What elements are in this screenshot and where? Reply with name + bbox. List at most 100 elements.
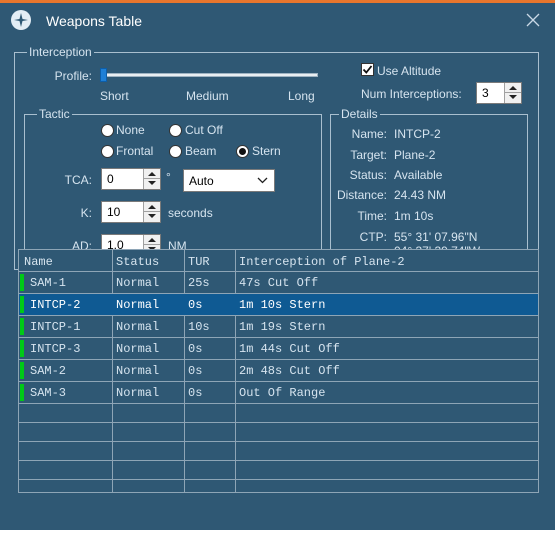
empty-row [19, 442, 538, 461]
table-row[interactable]: SAM-2 Normal 0s 2m 48s Cut Off [19, 360, 538, 382]
row-status: Normal [116, 298, 160, 312]
k-value[interactable]: 10 [107, 205, 120, 219]
table-row[interactable]: SAM-3 Normal 0s Out Of Range [19, 382, 538, 404]
status-indicator [20, 340, 24, 357]
tactic-frontal-radio[interactable] [101, 145, 114, 158]
tactic-cutoff-radio[interactable] [169, 124, 182, 137]
row-name: INTCP-1 [30, 320, 81, 334]
k-up-button[interactable] [144, 202, 160, 212]
details-distance-value: 24.43 NM [394, 188, 447, 202]
app-icon [11, 10, 31, 30]
grid-header: Name Status TUR Interception of Plane-2 [19, 250, 538, 272]
profile-slider-track[interactable] [104, 73, 318, 77]
weapons-table-window: Weapons Table Interception Profile: Shor… [0, 0, 555, 542]
tactic-cutoff-label[interactable]: Cut Off [185, 123, 223, 137]
window-bottom-edge [0, 530, 555, 542]
num-interceptions-value[interactable]: 3 [482, 86, 489, 100]
num-interceptions-down-button[interactable] [505, 93, 521, 103]
num-interceptions-up-button[interactable] [505, 83, 521, 93]
details-legend: Details [339, 106, 380, 122]
row-status: Normal [116, 320, 160, 334]
row-status: Normal [116, 342, 160, 356]
profile-label: Profile: [54, 69, 92, 83]
tca-up-button[interactable] [144, 169, 160, 179]
row-name: SAM-1 [30, 276, 67, 290]
use-altitude-label[interactable]: Use Altitude [377, 64, 441, 78]
row-interception: 1m 44s Cut Off [239, 342, 340, 356]
tactic-stern-label[interactable]: Stern [252, 144, 281, 158]
row-tur: 0s [188, 298, 203, 312]
header-status[interactable]: Status [116, 255, 159, 269]
details-target-value: Plane-2 [394, 148, 436, 162]
row-interception: Out Of Range [239, 386, 326, 400]
header-interception[interactable]: Interception of Plane-2 [239, 255, 405, 269]
profile-tick-medium: Medium [186, 89, 229, 103]
row-interception: 47s Cut Off [239, 276, 319, 290]
details-target-label: Target: [350, 148, 387, 162]
empty-row [19, 423, 538, 442]
table-row[interactable]: INTCP-1 Normal 10s 1m 19s Stern [19, 316, 538, 338]
chevron-down-icon [257, 177, 268, 184]
header-tur[interactable]: TUR [188, 255, 210, 269]
table-row[interactable]: INTCP-3 Normal 0s 1m 44s Cut Off [19, 338, 538, 360]
status-indicator [20, 318, 24, 335]
window-title: Weapons Table [46, 13, 142, 29]
row-tur: 0s [188, 342, 203, 356]
weapons-grid[interactable]: Name Status TUR Interception of Plane-2 … [18, 249, 539, 493]
k-stepper[interactable]: 10 [101, 201, 161, 223]
row-status: Normal [116, 386, 160, 400]
tca-unit: ° [166, 170, 171, 184]
k-down-button[interactable] [144, 212, 160, 222]
row-tur: 10s [188, 320, 210, 334]
title-bar[interactable]: Weapons Table [0, 3, 555, 37]
status-indicator [20, 274, 24, 291]
row-interception: 2m 48s Cut Off [239, 364, 340, 378]
k-unit: seconds [168, 206, 213, 220]
row-name: INTCP-3 [30, 342, 81, 356]
tca-stepper[interactable]: 0 [101, 168, 161, 190]
tactic-none-label[interactable]: None [116, 123, 145, 137]
details-time-label: Time: [357, 209, 387, 223]
num-interceptions-spin-buttons [504, 83, 521, 103]
empty-row [19, 404, 538, 423]
details-status-value: Available [394, 168, 443, 182]
status-indicator [20, 384, 24, 401]
tactic-beam-radio[interactable] [169, 145, 182, 158]
tca-spin-buttons [143, 169, 160, 189]
tactic-legend: Tactic [37, 106, 72, 122]
profile-tick-short: Short [100, 89, 129, 103]
row-name: INTCP-2 [30, 298, 81, 312]
row-status: Normal [116, 364, 160, 378]
use-altitude-checkbox[interactable] [361, 63, 374, 76]
ad-up-button[interactable] [144, 235, 160, 245]
header-name[interactable]: Name [24, 255, 53, 269]
close-icon[interactable] [524, 11, 542, 29]
tca-mode-select[interactable]: Auto [183, 169, 275, 192]
details-ctp-label: CTP: [359, 230, 387, 244]
tactic-stern-radio[interactable] [236, 145, 249, 158]
status-indicator [20, 296, 24, 313]
num-interceptions-label: Num Interceptions: [361, 87, 462, 101]
row-status: Normal [116, 276, 160, 290]
profile-slider-thumb[interactable] [100, 68, 107, 82]
interception-legend: Interception [27, 44, 94, 60]
row-name: SAM-2 [30, 364, 67, 378]
tactic-beam-label[interactable]: Beam [185, 144, 216, 158]
k-label: K: [80, 206, 92, 220]
details-name-label: Name: [351, 127, 387, 141]
details-distance-label: Distance: [336, 188, 387, 202]
table-row[interactable]: SAM-1 Normal 25s 47s Cut Off [19, 272, 538, 294]
row-tur: 0s [188, 386, 203, 400]
tactic-frontal-label[interactable]: Frontal [116, 144, 153, 158]
status-indicator [20, 362, 24, 379]
num-interceptions-stepper[interactable]: 3 [476, 82, 522, 104]
row-tur: 0s [188, 364, 203, 378]
tca-value[interactable]: 0 [107, 172, 114, 186]
table-row-selected[interactable]: INTCP-2 Normal 0s 1m 10s Stern [19, 294, 538, 316]
details-ctp-latitude: 55° 31' 07.96"N [394, 230, 478, 244]
tactic-none-radio[interactable] [101, 124, 114, 137]
row-tur: 25s [188, 276, 210, 290]
empty-row [19, 461, 538, 480]
tca-down-button[interactable] [144, 179, 160, 189]
window-client-area: Interception Profile: Short Medium Long … [0, 37, 555, 542]
